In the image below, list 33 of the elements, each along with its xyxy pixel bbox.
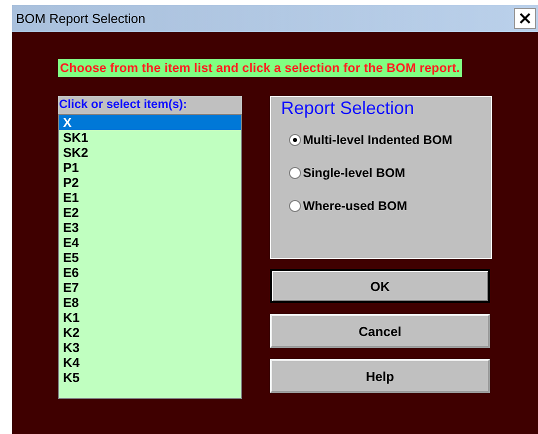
list-item[interactable]: E4 — [59, 235, 241, 250]
list-item[interactable]: K5 — [59, 370, 241, 385]
list-label: Click or select item(s): — [58, 96, 242, 114]
radio-button[interactable] — [289, 134, 301, 146]
group-title: Report Selection — [281, 98, 414, 118]
radio-label[interactable]: Single-level BOM — [303, 166, 406, 180]
list-item[interactable]: SK1 — [59, 130, 241, 145]
list-item[interactable]: E6 — [59, 265, 241, 280]
list-item[interactable]: E3 — [59, 220, 241, 235]
dialog-button[interactable]: Help — [270, 359, 490, 393]
radio-button[interactable] — [289, 167, 301, 179]
list-item[interactable]: K4 — [59, 355, 241, 370]
item-list[interactable]: X SK1 SK2 P1 P2 E1 E2 E3 E4 E5 E6 E7 E8 K1 K2 K3 K4 K5 — [58, 114, 242, 399]
instruction-text: Choose from the item list and click a selection for the BOM report. — [58, 59, 462, 77]
radio-label[interactable]: Multi-level Indented BOM — [303, 133, 452, 147]
list-item[interactable]: P1 — [59, 160, 241, 175]
list-item[interactable]: SK2 — [59, 145, 241, 160]
list-item[interactable]: E2 — [59, 205, 241, 220]
list-item[interactable]: E7 — [59, 280, 241, 295]
close-button[interactable]: × — [514, 8, 536, 29]
list-item[interactable]: K2 — [59, 325, 241, 340]
dialog-button[interactable]: Cancel — [270, 314, 490, 348]
list-item[interactable]: E8 — [59, 295, 241, 310]
dialog-button[interactable]: OK — [270, 269, 490, 303]
list-item[interactable]: K3 — [59, 340, 241, 355]
list-item[interactable]: P2 — [59, 175, 241, 190]
radio-button[interactable] — [289, 200, 301, 212]
list-item[interactable]: X — [59, 115, 241, 130]
window-title: BOM Report Selection — [16, 11, 146, 26]
radio-label[interactable]: Where-used BOM — [303, 199, 408, 213]
list-item[interactable]: E1 — [59, 190, 241, 205]
list-item[interactable]: K1 — [59, 310, 241, 325]
list-item[interactable]: E5 — [59, 250, 241, 265]
